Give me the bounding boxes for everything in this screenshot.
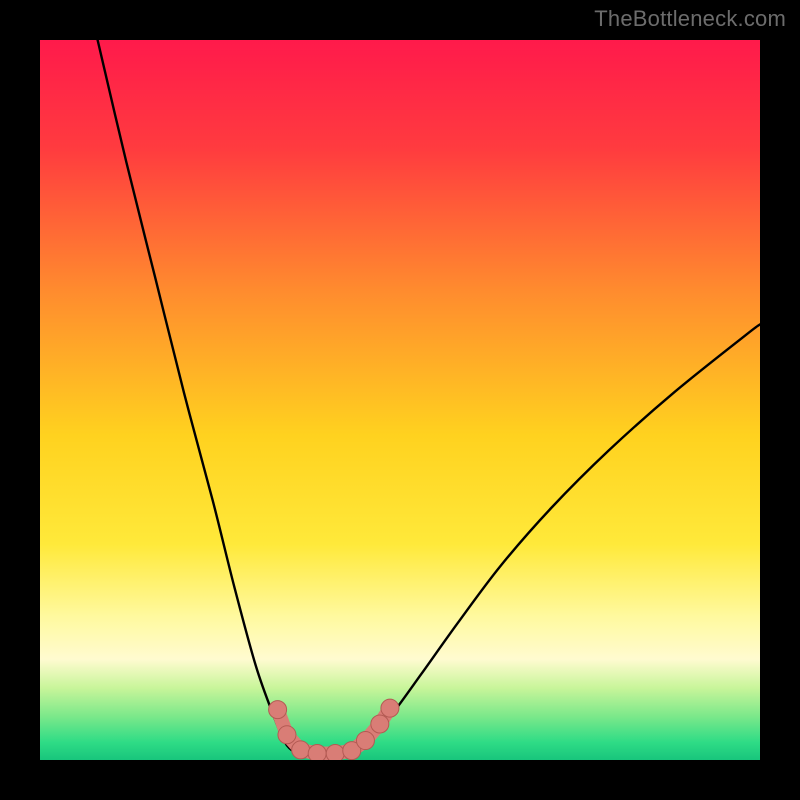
knot-bead xyxy=(292,741,310,759)
knot-bead xyxy=(326,745,344,760)
knot-bead xyxy=(356,732,374,750)
watermark-text: TheBottleneck.com xyxy=(594,6,786,32)
knot-bead xyxy=(371,715,389,733)
knot-bead xyxy=(269,701,287,719)
valley-knot-markers xyxy=(269,699,399,760)
outer-frame: TheBottleneck.com xyxy=(0,0,800,800)
bottleneck-curve xyxy=(40,40,760,760)
plot-area xyxy=(40,40,760,760)
knot-bead xyxy=(308,745,326,760)
knot-bead xyxy=(381,699,399,717)
knot-bead xyxy=(278,726,296,744)
curve-path xyxy=(98,40,760,754)
